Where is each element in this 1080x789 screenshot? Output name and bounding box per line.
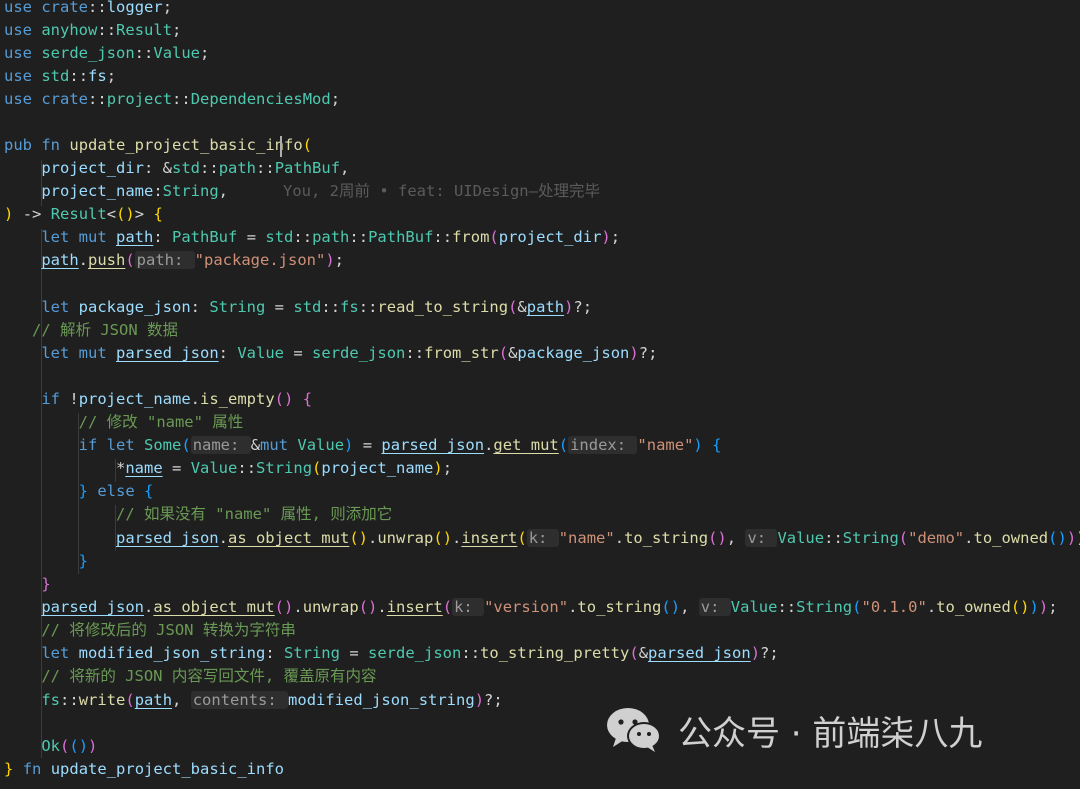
code-line-27[interactable]: parsed_json.as_object_mut().unwrap().ins… xyxy=(4,596,1058,619)
code-line-8[interactable]: project_dir: &std::path::PathBuf, xyxy=(4,157,349,180)
code-line-23[interactable]: // 如果没有 "name" 属性, 则添加它 xyxy=(4,503,392,526)
code-line-25[interactable]: } xyxy=(4,550,88,573)
code-line-22[interactable]: } else { xyxy=(4,480,154,503)
wechat-icon xyxy=(607,708,661,752)
code-line-7[interactable]: pub fn update_project_basic_info( xyxy=(4,134,312,157)
code-line-1[interactable]: use crate::logger; xyxy=(4,0,172,19)
code-line-16[interactable]: let mut parsed_json: Value = serde_json:… xyxy=(4,342,657,365)
code-line-20[interactable]: if let Some(name: &mut Value) = parsed_j… xyxy=(4,434,721,457)
code-line-33[interactable]: Ok(()) xyxy=(4,735,97,758)
code-line-11[interactable]: let mut path: PathBuf = std::path::PathB… xyxy=(4,226,620,249)
code-line-9[interactable]: project_name:String, xyxy=(4,180,228,203)
code-line-14[interactable]: let package_json: String = std::fs::read… xyxy=(4,296,592,319)
code-line-30[interactable]: // 将新的 JSON 内容写回文件, 覆盖原有内容 xyxy=(4,665,376,688)
code-line-10[interactable]: ) -> Result<()> { xyxy=(4,203,163,226)
code-line-31[interactable]: fs::write(path, contents: modified_json_… xyxy=(4,689,503,712)
code-line-18[interactable]: if !project_name.is_empty() { xyxy=(4,388,312,411)
code-line-26[interactable]: } xyxy=(4,573,50,596)
code-line-29[interactable]: let modified_json_string: String = serde… xyxy=(4,642,778,665)
code-editor[interactable]: use crate::logger; use anyhow::Result; u… xyxy=(0,0,1080,789)
code-line-19[interactable]: // 修改 "name" 属性 xyxy=(4,411,244,434)
git-blame-annotation: You, 2周前 • feat: UIDesign—处理完毕 xyxy=(283,182,600,200)
code-line-21[interactable]: *name = Value::String(project_name); xyxy=(4,457,452,480)
watermark-label: 公众号 · 前端柒八九 xyxy=(678,713,983,754)
code-line-34[interactable]: } fn update_project_basic_info xyxy=(4,758,284,781)
code-line-4[interactable]: use std::fs; xyxy=(4,65,116,88)
code-line-2[interactable]: use anyhow::Result; xyxy=(4,19,181,42)
code-line-28[interactable]: // 将修改后的 JSON 转换为字符串 xyxy=(4,619,296,642)
text-cursor xyxy=(280,136,282,157)
code-line-3[interactable]: use serde_json::Value; xyxy=(4,42,209,65)
code-line-5[interactable]: use crate::project::DependenciesMod; xyxy=(4,88,340,111)
code-line-24[interactable]: parsed_json.as_object_mut().unwrap().ins… xyxy=(4,527,1080,550)
code-line-15[interactable]: // 解析 JSON 数据 xyxy=(4,319,178,342)
code-line-12[interactable]: path.push(path: "package.json"); xyxy=(4,249,344,272)
watermark: 公众号 · 前端柒八九 xyxy=(604,700,982,760)
